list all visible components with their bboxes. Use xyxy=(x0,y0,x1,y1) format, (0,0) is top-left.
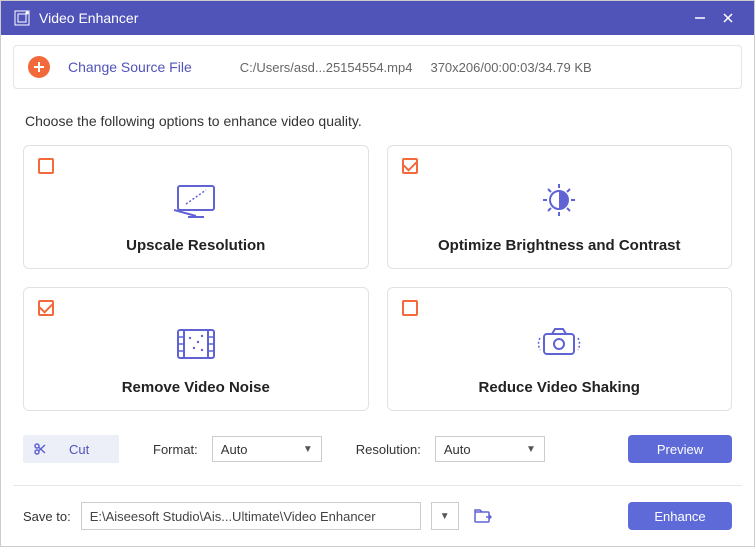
caret-down-icon: ▼ xyxy=(303,444,313,455)
app-logo-icon xyxy=(13,9,31,27)
app-window: Video Enhancer Change Source File C:/Use… xyxy=(0,0,755,547)
film-icon xyxy=(172,326,220,365)
plus-icon xyxy=(33,61,45,73)
option-remove-noise[interactable]: Remove Video Noise xyxy=(23,287,369,411)
caret-down-icon: ▼ xyxy=(440,511,450,522)
divider xyxy=(13,485,742,486)
save-path-dropdown[interactable]: ▼ xyxy=(431,502,459,530)
option-title: Optimize Brightness and Contrast xyxy=(438,237,681,254)
browse-folder-button[interactable] xyxy=(469,502,497,530)
camera-icon xyxy=(534,322,584,365)
option-brightness-contrast[interactable]: Optimize Brightness and Contrast xyxy=(387,145,733,269)
change-source-link[interactable]: Change Source File xyxy=(68,59,192,75)
minimize-button[interactable] xyxy=(686,4,714,32)
format-select[interactable]: Auto ▼ xyxy=(212,436,322,462)
checkbox-brightness[interactable] xyxy=(402,158,418,174)
preview-button[interactable]: Preview xyxy=(628,435,732,463)
save-path-input[interactable]: E:\Aiseesoft Studio\Ais...Ultimate\Video… xyxy=(81,502,421,530)
options-grid: Upscale Resolution Optimize Brightness a… xyxy=(23,145,732,411)
format-label: Format: xyxy=(153,442,198,457)
enhance-label: Enhance xyxy=(654,509,705,524)
option-title: Remove Video Noise xyxy=(122,379,270,396)
window-title: Video Enhancer xyxy=(39,10,686,26)
option-upscale-resolution[interactable]: Upscale Resolution xyxy=(23,145,369,269)
source-file-path: C:/Users/asd...25154554.mp4 xyxy=(240,60,413,75)
controls-row: Cut Format: Auto ▼ Resolution: Auto ▼ Pr… xyxy=(23,435,732,463)
resolution-label: Resolution: xyxy=(356,442,421,457)
save-to-label: Save to: xyxy=(23,509,71,524)
cut-button[interactable]: Cut xyxy=(23,435,119,463)
titlebar: Video Enhancer xyxy=(1,1,754,35)
folder-open-icon xyxy=(474,508,492,524)
brightness-icon xyxy=(537,180,581,223)
checkbox-shaking[interactable] xyxy=(402,300,418,316)
preview-label: Preview xyxy=(657,442,703,457)
close-button[interactable] xyxy=(714,4,742,32)
resolution-value: Auto xyxy=(444,442,471,457)
cut-label: Cut xyxy=(69,442,89,457)
monitor-icon xyxy=(174,184,218,223)
checkbox-upscale[interactable] xyxy=(38,158,54,174)
instruction-text: Choose the following options to enhance … xyxy=(25,113,730,129)
scissors-icon xyxy=(33,442,47,456)
option-reduce-shaking[interactable]: Reduce Video Shaking xyxy=(387,287,733,411)
source-file-row: Change Source File C:/Users/asd...251545… xyxy=(13,45,742,89)
option-title: Reduce Video Shaking xyxy=(479,379,640,396)
source-file-meta: 370x206/00:00:03/34.79 KB xyxy=(430,60,591,75)
caret-down-icon: ▼ xyxy=(526,444,536,455)
option-title: Upscale Resolution xyxy=(126,237,265,254)
resolution-select[interactable]: Auto ▼ xyxy=(435,436,545,462)
enhance-button[interactable]: Enhance xyxy=(628,502,732,530)
format-value: Auto xyxy=(221,442,248,457)
save-path-text: E:\Aiseesoft Studio\Ais...Ultimate\Video… xyxy=(90,509,376,524)
save-row: Save to: E:\Aiseesoft Studio\Ais...Ultim… xyxy=(23,502,732,530)
add-file-button[interactable] xyxy=(28,56,50,78)
checkbox-noise[interactable] xyxy=(38,300,54,316)
